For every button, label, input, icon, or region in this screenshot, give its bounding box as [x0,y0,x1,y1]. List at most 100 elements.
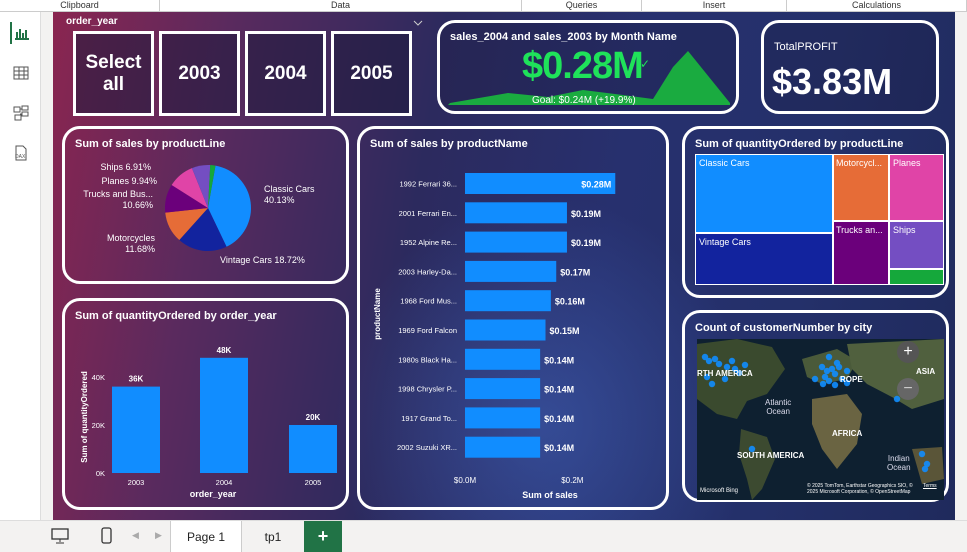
world-map [697,339,944,500]
treemap-title: Sum of quantityOrdered by productLine [695,138,904,150]
map-bubble [705,357,713,365]
y-tick-label: 20K [92,421,105,430]
ribbon-group-calculations: Calculations [787,0,967,11]
quantity-by-year-column[interactable]: Sum of quantityOrdered by order_year 0K 2… [62,298,349,510]
bar [465,378,541,400]
card-value: $3.83M [772,61,893,102]
page-tab-page1[interactable]: Page 1 [170,521,242,552]
slicer-select-all-button[interactable]: Select all [73,31,154,116]
mobile-layout-icon[interactable] [100,526,114,546]
quantity-by-productline-treemap[interactable]: Sum of quantityOrdered by productLine Cl… [682,126,949,298]
column-bar [289,425,337,473]
bar-category-label: 1952 Alpine Re... [400,238,457,247]
page-tab-tp1[interactable]: tp1 [242,521,304,552]
pie-data-label: Planes 9.94% [101,176,157,186]
column-bar [112,386,160,473]
map-zoom-in-button[interactable]: + [897,341,919,363]
x-tick-label: $0.0M [454,476,477,485]
map-label-atlantic: Atlantic Ocean [765,398,792,416]
page-tab-bar: ◀ ▶ Page 1 tp1 + [0,520,967,552]
bar-category-label: 1980s Black Ha... [398,355,457,364]
dax-query-view-icon[interactable]: DAX [10,142,32,164]
map-bubble [811,375,819,383]
bar-category-label: 1998 Chrysler P... [398,385,457,394]
kpi-title: sales_2004 and sales_2003 by Month Name [450,31,677,43]
map-terms-link[interactable]: Terms [923,483,937,489]
map-label-north-america: RTH AMERICA [697,369,753,378]
customers-by-city-map[interactable]: Count of customerNumber by city RTH AMER… [682,310,949,502]
x-tick-label: 2004 [216,478,233,487]
column-bar [200,357,248,473]
treemap-cell-trains[interactable] [889,269,944,285]
treemap-cell-ships[interactable]: Ships [889,221,944,269]
treemap-cell-classic-cars[interactable]: Classic Cars [695,154,833,233]
slicer-2003-button[interactable]: 2003 [159,31,240,116]
column-chart: 0K 20K 40K 36K 2003 48K 2004 20K 2005 order_year S… [80,346,337,499]
treemap-label: Planes [893,158,921,168]
column-data-label: 20K [306,413,321,422]
view-sidebar: DAX [0,12,41,520]
map-bubble [825,353,833,361]
bar [465,260,557,282]
map-zoom-out-button[interactable]: − [897,378,919,400]
kpi-value: $0.28M [522,45,644,87]
ribbon: Clipboard Data Queries Insert Calculatio… [0,0,967,12]
bar-category-label: 2001 Ferrari En... [399,209,457,218]
bar-category-label: 1968 Ford Mus... [400,297,457,306]
ribbon-group-queries: Queries [522,0,642,11]
map-bubble [835,363,843,371]
scroll-right-icon[interactable]: ▶ [155,530,162,541]
bar-category-label: 1992 Ferrari 36... [399,180,457,189]
treemap-label: Classic Cars [699,158,750,168]
total-profit-card[interactable]: TotalPROFIT $3.83M [761,20,939,114]
model-view-icon[interactable] [10,102,32,124]
desktop-layout-icon[interactable] [50,527,70,545]
treemap-label: Trucks an... [836,225,883,235]
y-tick-label: 40K [92,373,105,382]
map-bubble [819,380,827,388]
treemap-cell-planes[interactable]: Planes [889,154,944,221]
add-page-button[interactable]: + [304,521,342,552]
sales-by-productname-bar[interactable]: Sum of sales by productName 1992 Ferrari… [357,126,669,510]
slicer-title: order_year [66,16,118,27]
bar-data-label: $0.16M [555,297,585,307]
bar-data-label: $0.14M [544,385,574,395]
treemap-area: Classic Cars Vintage Cars Motorcycl... P… [695,154,944,285]
map-bubble [843,367,851,375]
bar-data-label: $0.19M [571,209,601,219]
map-label-indian: Indian Ocean [887,454,911,472]
kpi-check-icon: ✓ [640,57,651,71]
x-tick-label: $0.2M [561,476,584,485]
treemap-cell-motorcycles[interactable]: Motorcycl... [833,154,889,221]
map-bubble [831,381,839,389]
slicer-chevron-icon[interactable] [413,14,423,26]
report-view-icon[interactable] [10,22,32,44]
slicer-2005-button[interactable]: 2005 [331,31,412,116]
treemap-cell-trucks[interactable]: Trucks an... [833,221,889,285]
bar-category-label: 2002 Suzuki XR... [397,443,457,452]
table-view-icon[interactable] [10,62,32,84]
map-label-africa: AFRICA [832,429,863,438]
bar-data-label: $0.28M [581,180,611,190]
bar-data-label: $0.15M [550,326,580,336]
y-axis-title: productName [373,288,382,340]
map-bubble [711,355,719,363]
bar [465,290,551,312]
slicer-2004-button[interactable]: 2004 [245,31,326,116]
map-area[interactable]: RTH AMERICA ROPE ASIA Atlantic Ocean AFR… [697,339,944,500]
map-bubble [708,380,716,388]
bar-data-label: $0.14M [544,355,574,365]
sales-by-productline-pie[interactable]: Sum of sales by productLine Classic Cars… [62,126,349,284]
ribbon-group-clipboard: Clipboard [0,0,160,11]
kpi-visual[interactable]: sales_2004 and sales_2003 by Month Name … [437,20,739,114]
y-axis-title: Sum of quantityOrdered [80,371,89,463]
ribbon-group-insert: Insert [642,0,787,11]
treemap-label: Motorcycl... [836,158,883,168]
y-tick-label: 0K [96,469,105,478]
map-bubble [715,360,723,368]
pie-data-label: Vintage Cars 18.72% [220,255,305,265]
bar [465,348,541,370]
scroll-left-icon[interactable]: ◀ [132,530,139,541]
map-bubble [831,370,839,378]
treemap-cell-vintage-cars[interactable]: Vintage Cars [695,233,833,285]
